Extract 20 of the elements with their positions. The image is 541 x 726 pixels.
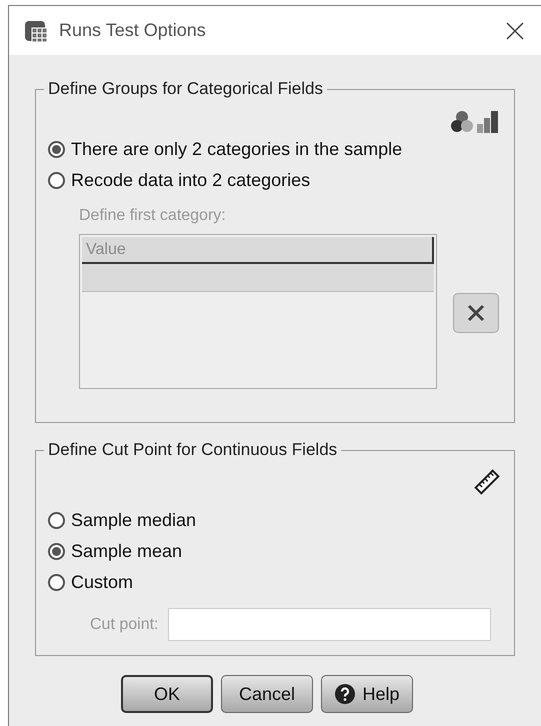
radio-button[interactable] [48, 141, 65, 158]
window-title: Runs Test Options [59, 19, 207, 42]
dialog-button[interactable]: Cancel [221, 675, 313, 713]
radio-label: Recode data into 2 categories [71, 169, 310, 192]
help-button[interactable]: Help [321, 675, 413, 713]
close-icon [466, 303, 486, 323]
radio-label: Sample median [71, 509, 196, 532]
radio-button[interactable] [48, 543, 65, 560]
field-label: Cut point: [90, 614, 158, 634]
help-icon [334, 683, 356, 705]
radio-button[interactable] [48, 512, 65, 529]
radio-label: Custom [71, 571, 134, 594]
radio-label: There are only 2 categories in the sample [71, 138, 402, 161]
radio-label: Sample mean [71, 540, 182, 563]
dialog-button[interactable]: OK [121, 675, 213, 713]
field-type-icons [450, 110, 500, 134]
delete-button[interactable] [453, 293, 499, 333]
radio-button[interactable] [48, 574, 65, 591]
radio-button[interactable] [48, 172, 65, 189]
field-label: Define first category: [79, 206, 227, 226]
